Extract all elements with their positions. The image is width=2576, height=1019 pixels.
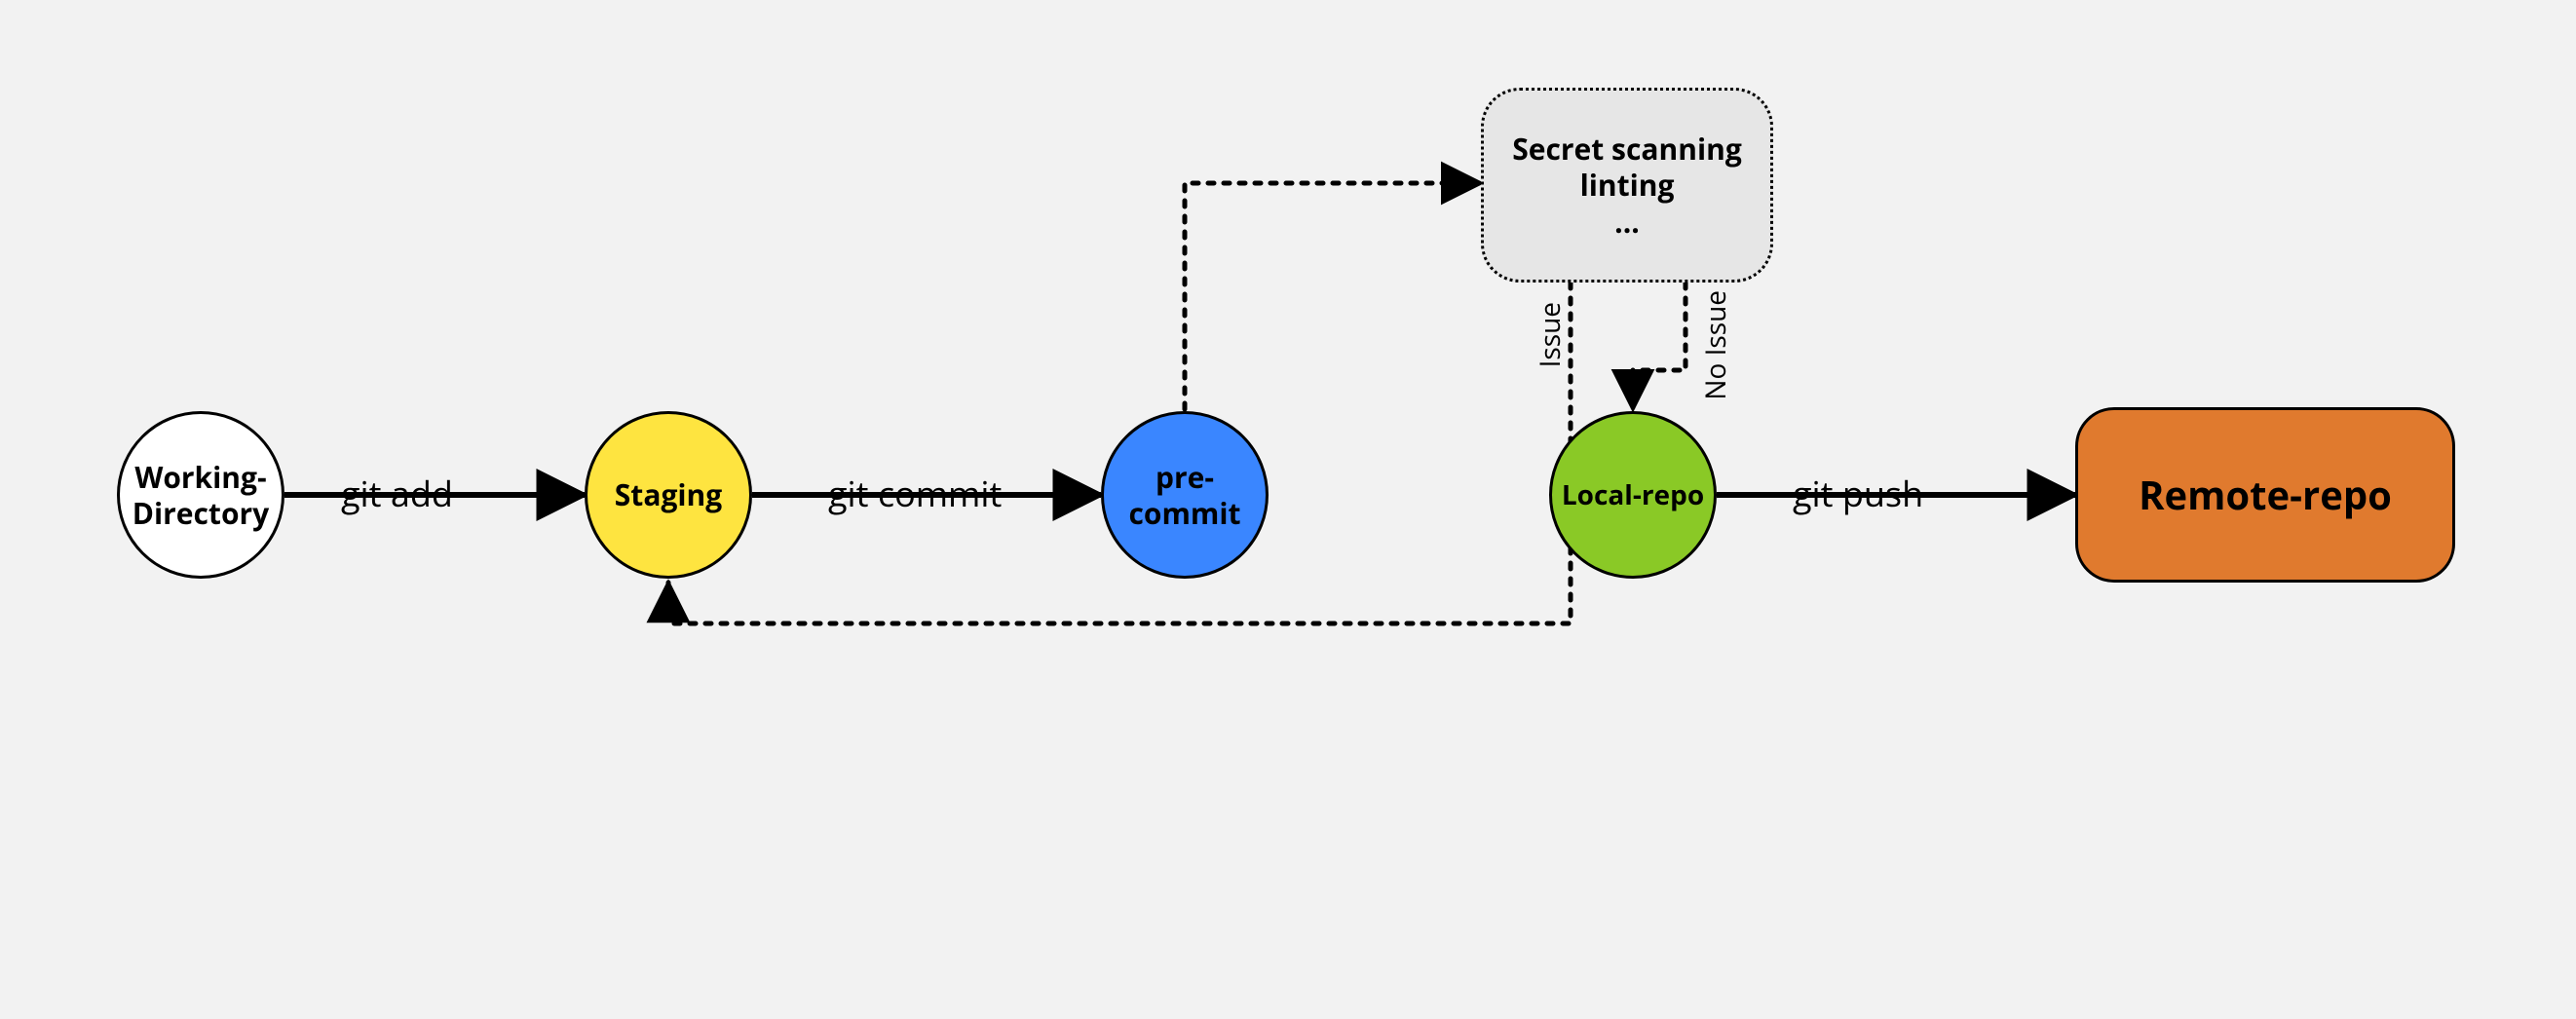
node-checks: Secret scanning linting ... bbox=[1481, 88, 1773, 283]
node-label: Staging bbox=[615, 476, 722, 513]
node-label: Working-Directory bbox=[133, 459, 269, 532]
checks-line: ... bbox=[1614, 204, 1640, 241]
node-local-repo: Local-repo bbox=[1549, 411, 1717, 579]
edge-label-git-push: git push bbox=[1793, 470, 1923, 517]
node-label: Local-repo bbox=[1562, 478, 1704, 512]
edge-label-git-add: git add bbox=[341, 470, 453, 517]
node-label: Remote-repo bbox=[2139, 471, 2392, 519]
node-working-directory: Working-Directory bbox=[117, 411, 284, 579]
checks-line: linting bbox=[1580, 167, 1675, 204]
node-pre-commit: pre-commit bbox=[1101, 411, 1269, 579]
diagram-canvas: Working-Directory Staging pre-commit Loc… bbox=[0, 0, 2576, 1019]
edge-label-no-issue: No Issue bbox=[1697, 290, 1734, 400]
edge-label-git-commit: git commit bbox=[828, 470, 1002, 517]
checks-line: Secret scanning bbox=[1512, 131, 1742, 168]
edge-label-issue: Issue bbox=[1532, 302, 1569, 367]
node-remote-repo: Remote-repo bbox=[2075, 407, 2455, 583]
node-label: pre-commit bbox=[1128, 459, 1240, 532]
node-staging: Staging bbox=[585, 411, 752, 579]
